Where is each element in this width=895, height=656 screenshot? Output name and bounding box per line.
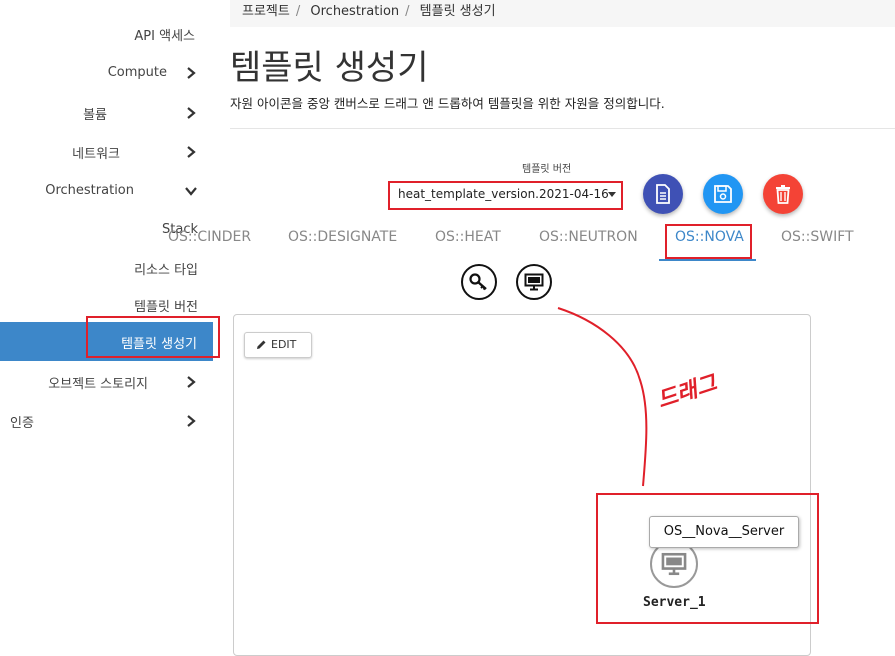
- breadcrumb-item[interactable]: Orchestration: [310, 4, 399, 19]
- edit-button-label: EDIT: [271, 338, 297, 351]
- save-template-button[interactable]: [703, 174, 743, 214]
- chevron-down-icon[interactable]: [185, 185, 197, 197]
- highlight-box: [86, 316, 220, 358]
- edit-button[interactable]: EDIT: [244, 332, 312, 358]
- chevron-right-icon[interactable]: [185, 415, 197, 427]
- highlight-box: [388, 181, 623, 210]
- delete-template-button[interactable]: [763, 174, 803, 214]
- sidebar-item-compute[interactable]: Compute: [108, 65, 167, 80]
- tab-os-heat[interactable]: OS::HEAT: [435, 229, 501, 245]
- chevron-right-icon[interactable]: [185, 146, 197, 158]
- view-template-button[interactable]: [643, 174, 683, 214]
- sidebar-item-identity[interactable]: 인증: [10, 412, 34, 431]
- template-version-label: 템플릿 버전: [522, 164, 572, 175]
- keypair-resource[interactable]: [461, 264, 497, 300]
- divider: [230, 128, 895, 129]
- monitor-icon: [524, 273, 544, 291]
- chevron-right-icon[interactable]: [185, 107, 197, 119]
- sidebar-item-api-access[interactable]: API 액세스: [134, 25, 195, 44]
- tab-os-designate[interactable]: OS::DESIGNATE: [288, 229, 397, 245]
- sidebar-item-volume[interactable]: 볼륨: [83, 104, 107, 123]
- highlight-box: [665, 224, 752, 259]
- highlight-box: [596, 493, 819, 624]
- sidebar-item-network[interactable]: 네트워크: [72, 143, 120, 162]
- tab-active-indicator: [659, 259, 756, 261]
- sidebar-item-resource-type[interactable]: 리소스 타입: [134, 259, 198, 278]
- sidebar-item-object-storage[interactable]: 오브젝트 스토리지: [48, 373, 148, 392]
- tab-os-neutron[interactable]: OS::NEUTRON: [539, 229, 638, 245]
- tab-os-swift[interactable]: OS::SWIFT: [781, 229, 854, 245]
- sidebar-item-orchestration[interactable]: Orchestration: [45, 183, 134, 198]
- drag-arrow-annotation: [557, 307, 648, 487]
- page-title: 템플릿 생성기: [230, 48, 429, 88]
- breadcrumb-item[interactable]: 프로젝트: [242, 4, 290, 19]
- page-description: 자원 아이콘을 중앙 캔버스로 드래그 앤 드롭하여 템플릿을 위한 자원을 정…: [230, 96, 665, 111]
- sidebar-item-template-version[interactable]: 템플릿 버전: [134, 296, 198, 315]
- chevron-right-icon[interactable]: [185, 67, 197, 79]
- tab-os-cinder[interactable]: OS::CINDER: [168, 229, 251, 245]
- server-resource[interactable]: [516, 264, 552, 300]
- breadcrumb-current: 템플릿 생성기: [419, 4, 496, 19]
- chevron-right-icon[interactable]: [185, 376, 197, 388]
- pencil-icon: [257, 340, 266, 349]
- save-icon: [714, 185, 732, 203]
- document-icon: [656, 184, 670, 204]
- trash-icon: [776, 185, 790, 204]
- breadcrumb: 프로젝트 / Orchestration / 템플릿 생성기: [230, 0, 895, 27]
- key-icon: [469, 273, 487, 291]
